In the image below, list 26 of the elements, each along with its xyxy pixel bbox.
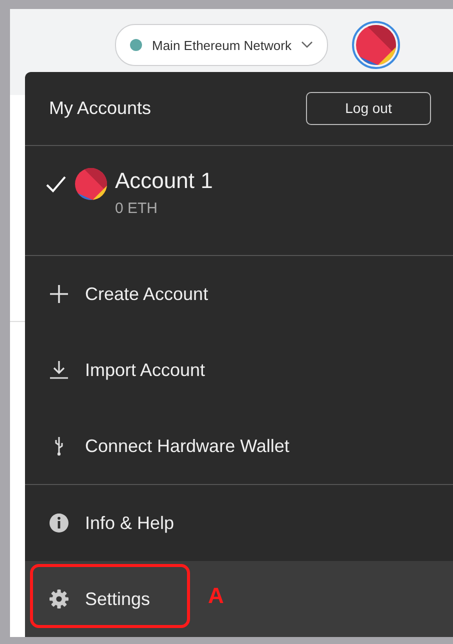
menu-item-label: Create Account — [85, 284, 208, 304]
download-icon — [49, 360, 69, 380]
menu-item-label: Settings — [85, 588, 150, 610]
logout-button[interactable]: Log out — [306, 92, 431, 125]
menu-title: My Accounts — [49, 98, 152, 119]
menu-item[interactable]: Create Account — [25, 256, 453, 332]
menu-item-label: Info & Help — [85, 512, 174, 534]
callout-label: A — [208, 583, 224, 609]
account-balance: 0 ETH — [115, 200, 159, 217]
menu-item[interactable]: Connect Hardware Wallet — [25, 408, 453, 484]
plus-icon — [49, 284, 69, 304]
menu-item-label: Connect Hardware Wallet — [85, 436, 290, 456]
settings-icon — [49, 589, 69, 609]
menu-item[interactable]: Import Account — [25, 332, 453, 408]
chevron-down-icon — [301, 41, 314, 49]
account-item[interactable]: Account 1 0 ETH — [25, 146, 453, 256]
menu-item-label: Import Account — [85, 360, 206, 380]
network-selector[interactable]: Main Ethereum Network — [115, 24, 328, 66]
status-dot — [130, 39, 142, 51]
account-name: Account 1 — [115, 168, 213, 194]
info-icon — [49, 513, 69, 533]
account-avatar[interactable] — [352, 21, 400, 69]
menu-item[interactable]: Settings A — [25, 561, 453, 637]
menu-item[interactable]: Info & Help — [25, 485, 453, 561]
avatar-icon — [356, 25, 396, 65]
account-avatar-icon — [75, 168, 107, 200]
